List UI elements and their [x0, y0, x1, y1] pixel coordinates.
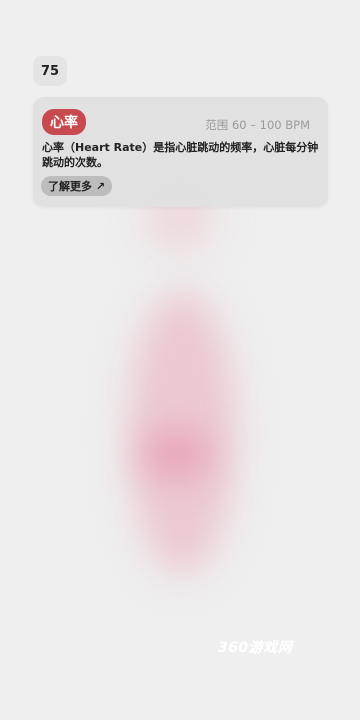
metric-range: 范围 60 – 100 BPM [205, 118, 310, 132]
metric-title-chip: 心率 [42, 109, 86, 135]
body-torso-shape [128, 290, 236, 575]
watermark: 360游戏网 [218, 640, 293, 656]
info-card: 心率 范围 60 – 100 BPM 心率（Heart Rate）是指心脏跳动的… [33, 97, 328, 207]
learn-more-button[interactable]: 了解更多 ↗ [41, 176, 113, 196]
metric-value-badge[interactable]: 75 [33, 56, 67, 86]
metric-description: 心率（Heart Rate）是指心脏跳动的频率，心脏每分钟跳动的次数。 [42, 141, 319, 169]
heart-highlight [140, 430, 212, 478]
